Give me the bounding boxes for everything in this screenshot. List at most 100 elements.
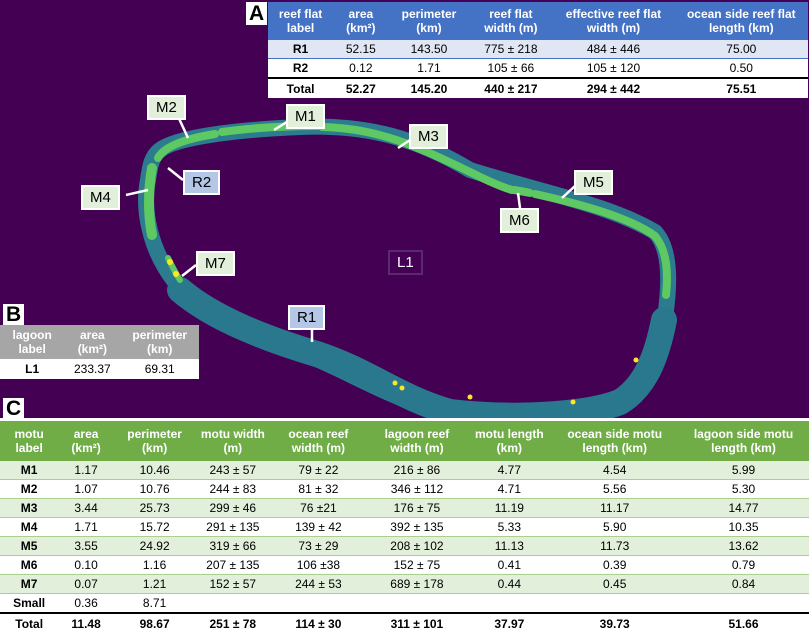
table-cell: 8.71	[113, 593, 196, 614]
header-cell: area (km²)	[58, 421, 114, 461]
table-cell: 11.73	[551, 536, 679, 556]
row-label: Total	[268, 77, 334, 98]
total-row: Total 52.27 145.20 440 ± 217 294 ± 442 7…	[268, 77, 808, 98]
table-row: R1 52.15 143.50 775 ± 218 484 ± 446 75.0…	[268, 40, 808, 59]
header-cell: ocean reef width (m)	[270, 421, 367, 461]
header-cell: effective reef flat width (m)	[552, 2, 675, 40]
row-label: M5	[0, 536, 59, 556]
table-cell: 51.66	[678, 612, 809, 633]
table-cell: 0.12	[333, 58, 389, 79]
table-cell: 75.00	[674, 40, 808, 59]
header-cell: motu width (m)	[195, 421, 271, 461]
table-row: Small 0.36 8.71	[0, 593, 809, 614]
table-cell	[270, 593, 367, 614]
table-cell: 176 ± 75	[366, 498, 468, 518]
header-cell: reef flat label	[268, 2, 334, 40]
label-m1: M1	[286, 104, 325, 129]
label-r1: R1	[288, 305, 326, 330]
vegetation-patch	[399, 385, 405, 391]
table-cell: 0.10	[58, 555, 114, 575]
header-cell: lagoon label	[0, 325, 65, 359]
row-label: M4	[0, 517, 59, 537]
lagoon-header-row: lagoon label area (km²) perimeter (km)	[0, 325, 199, 359]
table-cell: 5.30	[678, 479, 809, 499]
table-cell: 76 ±21	[270, 498, 367, 518]
table-row: M4 1.71 15.72 291 ± 135 139 ± 42 392 ± 1…	[0, 517, 809, 537]
table-row: R2 0.12 1.71 105 ± 66 105 ± 120 0.50	[268, 58, 808, 79]
table-cell: 152 ± 57	[195, 574, 271, 594]
table-cell: 3.44	[58, 498, 114, 518]
table-cell: 145.20	[388, 77, 470, 98]
table-cell	[467, 593, 552, 614]
motu-m5	[531, 190, 671, 299]
motu-m6	[510, 186, 534, 197]
table-cell	[551, 593, 679, 614]
table-row: M7 0.07 1.21 152 ± 57 244 ± 53 689 ± 178…	[0, 574, 809, 594]
table-cell: 392 ± 135	[366, 517, 468, 537]
table-cell: 5.90	[551, 517, 679, 537]
table-row: M5 3.55 24.92 319 ± 66 73 ± 29 208 ± 102…	[0, 536, 809, 556]
table-cell	[195, 593, 271, 614]
table-cell: 1.17	[58, 461, 114, 480]
table-cell: 5.33	[467, 517, 552, 537]
panel-letter-a: A	[246, 2, 268, 25]
table-cell: 0.39	[551, 555, 679, 575]
table-row: M2 1.07 10.76 244 ± 83 81 ± 32 346 ± 112…	[0, 479, 809, 499]
table-cell: 243 ± 57	[195, 461, 271, 480]
table-cell: 0.36	[58, 593, 114, 614]
table-cell: 208 ± 102	[366, 536, 468, 556]
table-cell: 311 ± 101	[366, 612, 468, 633]
table-cell: 114 ± 30	[270, 612, 367, 633]
table-cell: 69.31	[144, 362, 175, 376]
label-m3: M3	[409, 124, 448, 149]
row-label: M7	[0, 574, 59, 594]
table-row: M6 0.10 1.16 207 ± 135 106 ±38 152 ± 75 …	[0, 555, 809, 575]
table-cell: 1.16	[113, 555, 196, 575]
row-label: M1	[0, 461, 59, 480]
table-cell: 346 ± 112	[366, 479, 468, 499]
vegetation-patch	[167, 259, 173, 265]
table-cell: 775 ± 218	[469, 40, 553, 59]
table-cell: 251 ± 78	[195, 612, 271, 633]
table-cell: 440 ± 217	[469, 77, 553, 98]
table-cell: 105 ± 120	[552, 58, 675, 79]
header-cell: perimeter (km)	[113, 421, 196, 461]
table-cell: 5.99	[678, 461, 809, 480]
table-cell: 98.67	[113, 612, 196, 633]
vegetation-patch	[467, 394, 473, 400]
table-cell: 11.17	[551, 498, 679, 518]
table-cell: 484 ± 446	[552, 40, 675, 59]
table-cell: 0.50	[674, 58, 808, 79]
table-cell: 1.71	[388, 58, 470, 79]
table-cell	[678, 593, 809, 614]
table-cell: 1.07	[58, 479, 114, 499]
label-l1: L1	[388, 250, 423, 275]
label-r2: R2	[183, 170, 221, 195]
table-cell: 4.54	[551, 461, 679, 480]
table-cell: 0.44	[467, 574, 552, 594]
header-cell: lagoon side motu length (km)	[678, 421, 809, 461]
table-cell: 0.07	[58, 574, 114, 594]
table-cell: 11.48	[58, 612, 114, 633]
table-cell: 0.84	[678, 574, 809, 594]
reef-flat-header-row: reef flat label area (km²) perimeter (km…	[268, 2, 808, 40]
motu-m4	[144, 163, 157, 240]
table-cell: 244 ± 53	[270, 574, 367, 594]
header-cell: ocean side motu length (km)	[551, 421, 679, 461]
table-cell: 11.13	[467, 536, 552, 556]
reef-flat-lower	[167, 277, 677, 429]
leader-m6	[516, 192, 522, 209]
table-cell	[366, 593, 468, 614]
header-cell: motu label	[0, 421, 59, 461]
table-cell: 4.71	[467, 479, 552, 499]
table-cell: 75.51	[674, 77, 808, 98]
table-row: M1 1.17 10.46 243 ± 57 79 ± 22 216 ± 86 …	[0, 461, 809, 480]
row-label: M3	[0, 498, 59, 518]
row-label: M2	[0, 479, 59, 499]
table-cell: 10.35	[678, 517, 809, 537]
table-cell: 3.55	[58, 536, 114, 556]
label-m7: M7	[196, 251, 235, 276]
table-cell: 291 ± 135	[195, 517, 271, 537]
vegetation-patch	[633, 357, 639, 363]
vegetation-patch	[392, 380, 398, 386]
